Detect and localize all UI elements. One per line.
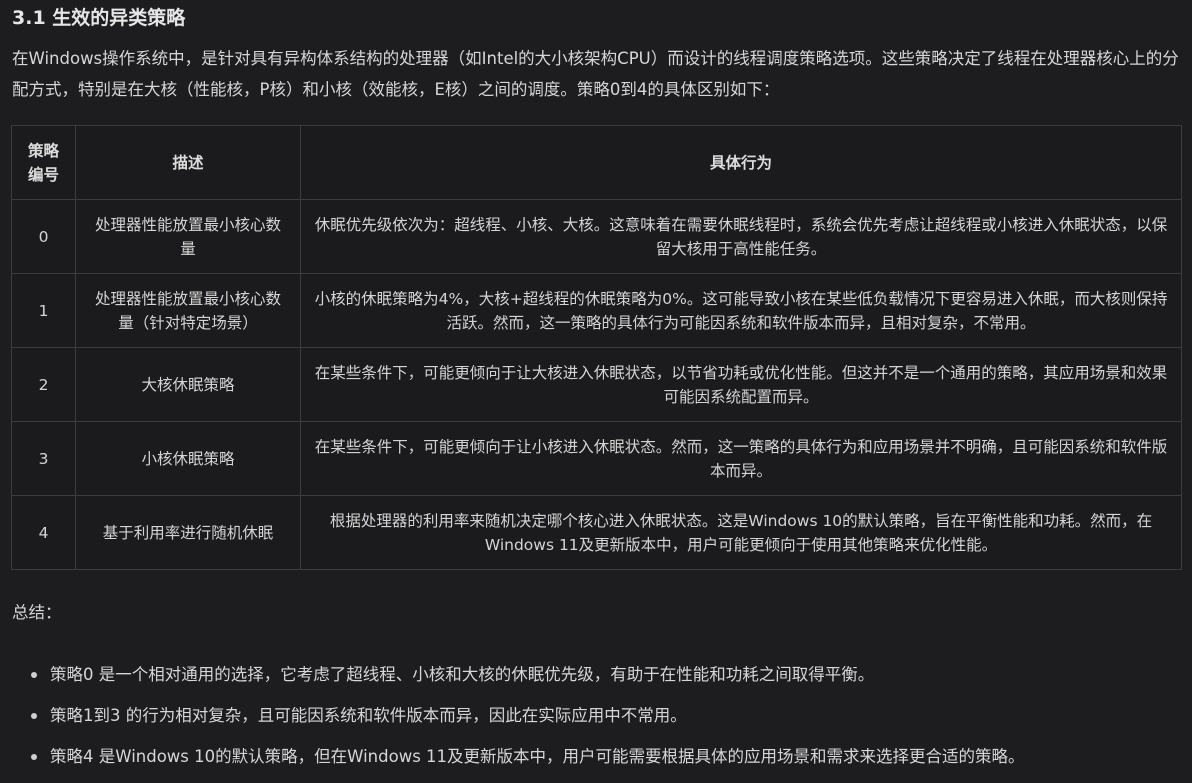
policy-desc-cell: 大核休眠策略 [75,347,301,422]
list-item: 策略1到3 的行为相对复杂，且可能因系统和软件版本而异，因此在实际应用中不常用。 [12,701,1182,742]
policy-id-cell: 2 [11,347,76,422]
bullet-dot-icon [31,713,37,719]
policy-behavior-cell: 根据处理器的利用率来随机决定哪个核心进入休眠状态。这是Windows 10的默认… [300,495,1182,570]
list-item-text: 策略1到3 的行为相对复杂，且可能因系统和软件版本而异，因此在实际应用中不常用。 [50,706,687,725]
table-header-row: 策略编号 描述 具体行为 [11,125,1182,200]
policy-behavior-cell: 在某些条件下，可能更倾向于让小核进入休眠状态。然而，这一策略的具体行为和应用场景… [300,421,1182,496]
intro-paragraph: 在Windows操作系统中，是针对具有异构体系结构的处理器（如Intel的大小核… [12,49,1179,99]
table-row: 2 大核休眠策略 在某些条件下，可能更倾向于让大核进入休眠状态，以节省功耗或优化… [11,347,1182,422]
policy-behavior-cell: 休眠优先级依次为：超线程、小核、大核。这意味着在需要休眠线程时，系统会优先考虑让… [300,199,1182,274]
list-item: 策略0 是一个相对通用的选择，它考虑了超线程、小核和大核的休眠优先级，有助于在性… [12,660,1182,701]
policy-id-cell: 0 [11,199,76,274]
table-row: 4 基于利用率进行随机休眠 根据处理器的利用率来随机决定哪个核心进入休眠状态。这… [11,495,1182,570]
policy-desc-cell: 处理器性能放置最小核心数量 [75,199,301,274]
table-row: 1 处理器性能放置最小核心数量（针对特定场景） 小核的休眠策略为4%，大核+超线… [11,273,1182,348]
policy-behavior-cell: 在某些条件下，可能更倾向于让大核进入休眠状态，以节省功耗或优化性能。但这并不是一… [300,347,1182,422]
policy-desc-cell: 处理器性能放置最小核心数量（针对特定场景） [75,273,301,348]
policy-id-cell: 4 [11,495,76,570]
policy-desc-cell: 基于利用率进行随机休眠 [75,495,301,570]
summary-label: 总结： [12,603,62,622]
header-description: 描述 [75,125,301,200]
list-item-text: 策略0 是一个相对通用的选择，它考虑了超线程、小核和大核的休眠优先级，有助于在性… [50,665,875,684]
list-item: 策略4 是Windows 10的默认策略，但在Windows 11及更新版本中，… [12,742,1182,783]
policy-desc-cell: 小核休眠策略 [75,421,301,496]
bullet-dot-icon [31,672,37,678]
list-item-text: 策略4 是Windows 10的默认策略，但在Windows 11及更新版本中，… [50,747,1025,766]
table-row: 3 小核休眠策略 在某些条件下，可能更倾向于让小核进入休眠状态。然而，这一策略的… [11,421,1182,496]
table-row: 0 处理器性能放置最小核心数量 休眠优先级依次为：超线程、小核、大核。这意味着在… [11,199,1182,274]
summary-list: 策略0 是一个相对通用的选择，它考虑了超线程、小核和大核的休眠优先级，有助于在性… [12,660,1182,783]
bullet-dot-icon [31,754,37,760]
header-behavior: 具体行为 [300,125,1182,200]
section-heading: 3.1 生效的异类策略 [12,7,186,29]
policy-table: 策略编号 描述 具体行为 0 处理器性能放置最小核心数量 休眠优先级依次为：超线… [11,125,1182,570]
header-policy-id: 策略编号 [11,125,76,200]
policy-behavior-cell: 小核的休眠策略为4%，大核+超线程的休眠策略为0%。这可能导致小核在某些低负载情… [300,273,1182,348]
policy-id-cell: 3 [11,421,76,496]
policy-id-cell: 1 [11,273,76,348]
